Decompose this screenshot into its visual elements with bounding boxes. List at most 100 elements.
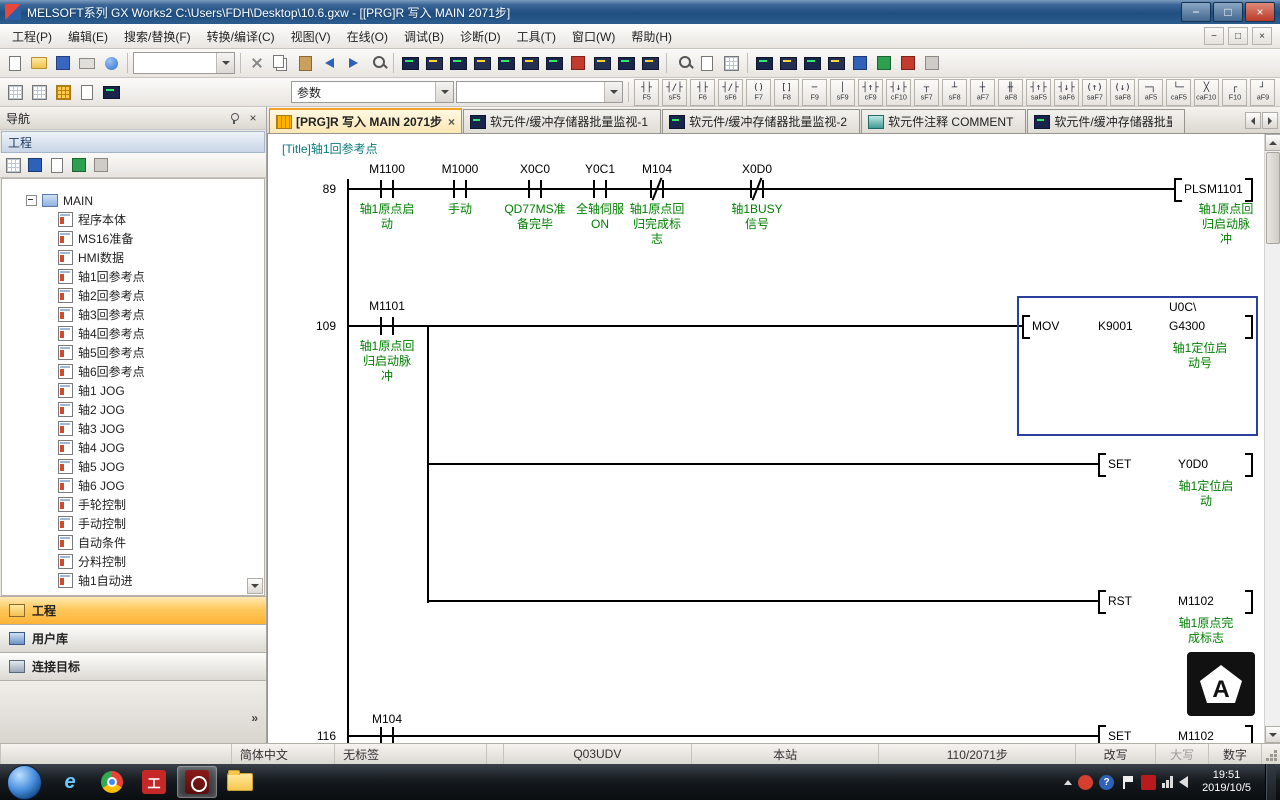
- ladder-symbol-button[interactable]: ┤↑├saF5: [1026, 79, 1051, 106]
- ladder-canvas[interactable]: [Title]轴1回参考点 89 M1100 轴1原点启 动 M1000 手动 …: [267, 134, 1280, 743]
- tab-scroll-left-icon[interactable]: [1245, 112, 1261, 129]
- write-to-plc-icon[interactable]: [399, 52, 421, 74]
- ladder-symbol-button[interactable]: ()F7: [746, 79, 771, 106]
- entry-monitor-icon[interactable]: [825, 52, 847, 74]
- tree-item[interactable]: HMI数据: [2, 248, 264, 267]
- tree-item[interactable]: 轴6回参考点: [2, 362, 264, 381]
- tray-app-icon-1[interactable]: [1078, 775, 1093, 790]
- editor-tab[interactable]: 软元件/缓冲存储器批量监视: [1027, 109, 1185, 133]
- ladder-symbol-button[interactable]: ┴sF8: [942, 79, 967, 106]
- output-device[interactable]: M1101: [1207, 182, 1243, 196]
- set-instruction[interactable]: SET: [1108, 729, 1131, 743]
- ladder-symbol-button[interactable]: ┌F10: [1222, 79, 1247, 106]
- mov-operand[interactable]: K9001: [1098, 319, 1133, 333]
- nav-refresh-icon[interactable]: [69, 155, 89, 175]
- mdi-restore-button[interactable]: □: [1228, 27, 1248, 45]
- device-comment-icon[interactable]: [696, 52, 718, 74]
- tree-item[interactable]: 轴5回参考点: [2, 343, 264, 362]
- ladder-symbol-button[interactable]: ┤↑├cF9: [858, 79, 883, 106]
- contact-m1101[interactable]: [378, 317, 396, 335]
- undo-icon[interactable]: [318, 52, 340, 74]
- paste-icon[interactable]: [294, 52, 316, 74]
- copy-icon[interactable]: [270, 52, 292, 74]
- menu-item[interactable]: 调试(B): [396, 25, 452, 48]
- menu-item[interactable]: 编辑(E): [60, 25, 116, 48]
- menu-item[interactable]: 在线(O): [339, 25, 396, 48]
- contact-m104-nc[interactable]: [648, 180, 666, 198]
- sampling-trace-icon[interactable]: [615, 52, 637, 74]
- ladder-symbol-button[interactable]: ┘aF9: [1250, 79, 1275, 106]
- ladder-symbol-button[interactable]: ┼aF7: [970, 79, 995, 106]
- menu-item[interactable]: 视图(V): [283, 25, 339, 48]
- tree-item[interactable]: 手动控制: [2, 514, 264, 533]
- menu-item[interactable]: 诊断(D): [452, 25, 509, 48]
- scrollbar-thumb[interactable]: [1266, 152, 1280, 244]
- ladder-symbol-button[interactable]: ┤/├sF5: [662, 79, 687, 106]
- tab-close-icon[interactable]: ×: [446, 115, 455, 129]
- editor-tab[interactable]: 软元件注释 COMMENT: [861, 109, 1026, 133]
- combo-dropdown-icon[interactable]: [216, 53, 234, 73]
- contact-m1100[interactable]: [378, 180, 396, 198]
- chevron-overflow-icon[interactable]: »: [251, 711, 258, 725]
- scroll-down-icon[interactable]: [1265, 726, 1280, 743]
- ladder-symbol-button[interactable]: (↑)saF7: [1082, 79, 1107, 106]
- minimize-button[interactable]: −: [1181, 2, 1211, 22]
- restore-button[interactable]: □: [1213, 2, 1243, 22]
- contact-m104[interactable]: [378, 727, 396, 743]
- function-block-icon[interactable]: [28, 81, 50, 103]
- contact-x0d0-nc[interactable]: [748, 180, 766, 198]
- device-test-icon[interactable]: [591, 52, 613, 74]
- taskbar-clock[interactable]: 19:51 2019/10/5: [1194, 769, 1259, 795]
- start-monitor-icon[interactable]: [543, 52, 565, 74]
- editor-tab[interactable]: 软元件/缓冲存储器批量监视-1: [463, 109, 661, 133]
- nav-sort-icon[interactable]: [25, 155, 45, 175]
- tree-item[interactable]: 轴2 JOG: [2, 400, 264, 419]
- tree-item[interactable]: 轴3 JOG: [2, 419, 264, 438]
- stop-monitor-icon[interactable]: [567, 52, 589, 74]
- menu-item[interactable]: 工程(P): [4, 25, 60, 48]
- tray-expand-icon[interactable]: [1064, 780, 1072, 785]
- tree-item[interactable]: 轴4 JOG: [2, 438, 264, 457]
- close-button[interactable]: ×: [1245, 2, 1275, 22]
- plc-diagnostics-icon[interactable]: [897, 52, 919, 74]
- ladder-symbol-button[interactable]: ┤↓├cF10: [886, 79, 911, 106]
- ladder-symbol-button[interactable]: ─F9: [802, 79, 827, 106]
- taskbar-gxworks-icon[interactable]: [177, 766, 217, 798]
- tree-root-main[interactable]: MAIN: [2, 191, 264, 210]
- tree-item[interactable]: 轴1回参考点: [2, 267, 264, 286]
- watch-window-icon[interactable]: [639, 52, 661, 74]
- open-project-icon[interactable]: [28, 52, 50, 74]
- taskbar-app-icon-red[interactable]: 工: [135, 767, 173, 797]
- tree-item[interactable]: 程序本体: [2, 210, 264, 229]
- contact-x0c0[interactable]: [526, 180, 544, 198]
- tree-item[interactable]: 自动条件: [2, 533, 264, 552]
- rst-instruction[interactable]: RST: [1108, 594, 1132, 608]
- navigation-window-icon[interactable]: [4, 81, 26, 103]
- menu-item[interactable]: 窗口(W): [564, 25, 623, 48]
- ladder-monitor-icon[interactable]: [753, 52, 775, 74]
- buffer-batch-monitor-icon[interactable]: [801, 52, 823, 74]
- program-check-icon[interactable]: [873, 52, 895, 74]
- pin-icon[interactable]: [228, 112, 240, 124]
- tray-help-icon[interactable]: ?: [1099, 775, 1114, 790]
- secondary-combo[interactable]: [456, 81, 623, 103]
- help-icon[interactable]: [100, 52, 122, 74]
- navigation-close-icon[interactable]: ×: [246, 111, 260, 125]
- ladder-symbol-button[interactable]: []F8: [774, 79, 799, 106]
- local-device-icon[interactable]: [76, 81, 98, 103]
- show-desktop-button[interactable]: [1265, 764, 1276, 800]
- device-batch-monitor-icon[interactable]: [777, 52, 799, 74]
- read-from-plc-icon[interactable]: [423, 52, 445, 74]
- menu-item[interactable]: 工具(T): [509, 25, 564, 48]
- save-project-icon[interactable]: [52, 52, 74, 74]
- ladder-symbol-button[interactable]: ┤/├sF6: [718, 79, 743, 106]
- ladder-symbol-button[interactable]: ┤├F6: [690, 79, 715, 106]
- zoom-icon[interactable]: [672, 52, 694, 74]
- monitor-mode-icon[interactable]: [495, 52, 517, 74]
- tree-item[interactable]: MS16准备: [2, 229, 264, 248]
- tree-item[interactable]: 轴4回参考点: [2, 324, 264, 343]
- output-device[interactable]: M1102: [1178, 729, 1214, 743]
- ladder-symbol-button[interactable]: ╳caF10: [1194, 79, 1219, 106]
- tree-item[interactable]: 手轮控制: [2, 495, 264, 514]
- options-icon[interactable]: [921, 52, 943, 74]
